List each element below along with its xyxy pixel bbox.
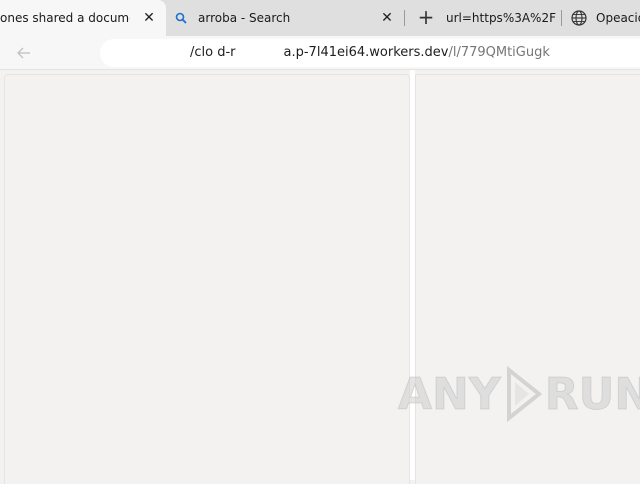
browser-toolbar: /clo d-r a.p-7l41ei64.workers.dev/l/779QM… (0, 36, 640, 70)
tab-arroba-search[interactable]: arroba - Search ✕ (166, 0, 402, 36)
document-pane-right (415, 74, 640, 484)
tab-strip: ones shared a document w ✕ arroba - Sear… (0, 0, 640, 36)
tab-url-redirect[interactable]: url=https%3A%2F (446, 0, 558, 36)
anyrun-watermark: ANY RUN (398, 366, 640, 422)
tab-separator (561, 10, 562, 26)
tab-title: arroba - Search (198, 11, 291, 25)
document-pane-left (4, 74, 410, 484)
url-host-fragment: /clo d-r (190, 45, 236, 60)
watermark-left-text: ANY (398, 368, 502, 420)
tab-title: ones shared a document w (0, 11, 130, 25)
close-icon[interactable]: ✕ (140, 9, 158, 27)
address-bar[interactable]: /clo d-r a.p-7l41ei64.workers.dev/l/779QM… (100, 39, 640, 67)
watermark-right-text: RUN (544, 368, 640, 420)
tab-title: Opeacio (596, 11, 640, 25)
tab-separator (404, 10, 405, 26)
play-icon (506, 366, 542, 422)
url-host: a.p-7l41ei64.workers.dev (283, 45, 449, 60)
new-tab-icon[interactable]: + (415, 5, 437, 29)
globe-icon (570, 9, 588, 27)
back-arrow-icon[interactable] (15, 44, 33, 62)
search-icon (174, 11, 188, 25)
close-icon[interactable]: ✕ (378, 9, 396, 27)
tab-opeacio[interactable]: Opeacio (568, 0, 640, 36)
url-path: /l/779QMtiGugk (448, 45, 550, 60)
tab-title: url=https%3A%2F (446, 11, 556, 25)
tab-shared-document[interactable]: ones shared a document w ✕ (0, 0, 166, 36)
address-url: /clo d-r a.p-7l41ei64.workers.dev/l/779QM… (190, 45, 550, 60)
